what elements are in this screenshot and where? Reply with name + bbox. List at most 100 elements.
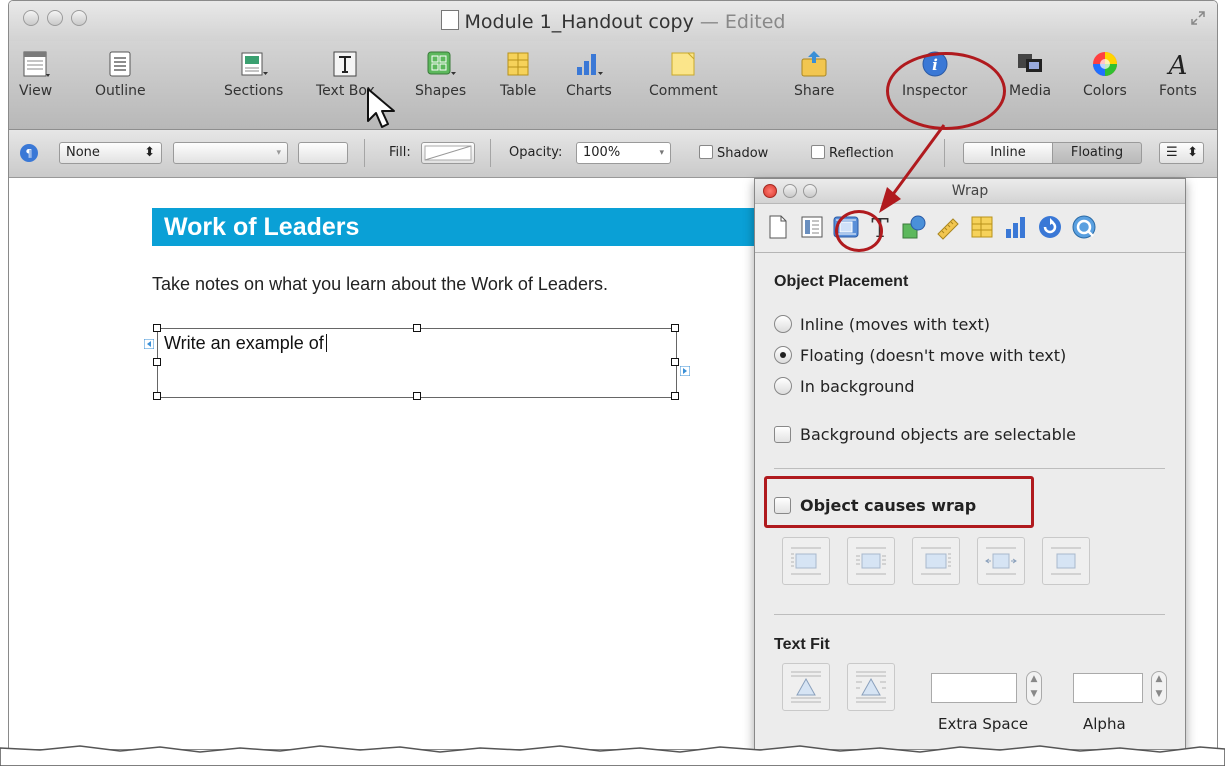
outline-button[interactable]: Outline: [95, 49, 146, 99]
divider: [774, 468, 1165, 469]
selected-text-box[interactable]: Write an example of: [144, 324, 690, 400]
alpha-stepper[interactable]: ▲ ▼: [1151, 671, 1167, 705]
view-button[interactable]: View: [19, 49, 52, 99]
no-fill-swatch-icon: [424, 145, 472, 161]
document-heading: Work of Leaders: [152, 208, 772, 246]
stroke-color-well[interactable]: [298, 142, 348, 164]
fonts-button[interactable]: A Fonts: [1159, 49, 1197, 99]
inspector-tab-bar: T: [755, 204, 1185, 253]
wrap-inspector-panel: Wrap T Object Placement Inline (moves wi…: [754, 178, 1186, 749]
inline-button[interactable]: Inline: [963, 142, 1053, 164]
inspector-highlight-ellipse: [886, 52, 1006, 130]
alpha-field[interactable]: [1073, 673, 1143, 703]
document-icon: [440, 10, 459, 30]
resize-handle[interactable]: [153, 358, 161, 366]
text-box-content[interactable]: Write an example of: [164, 333, 327, 354]
quicktime-inspector-icon[interactable]: [1071, 214, 1097, 240]
wrap-largest-side-button[interactable]: [977, 537, 1025, 585]
stepper-up-icon: ▲: [1030, 674, 1038, 684]
title-bar: Module 1_Handout copy — Edited: [9, 1, 1217, 41]
in-background-radio[interactable]: In background: [774, 377, 915, 396]
resize-handle[interactable]: [671, 392, 679, 400]
comment-icon: [671, 52, 695, 76]
view-icon: [23, 51, 50, 77]
floating-radio[interactable]: Floating (doesn't move with text): [774, 346, 1066, 365]
link-in-icon[interactable]: [144, 339, 154, 349]
fill-color-well[interactable]: [421, 142, 475, 164]
charts-icon: [576, 54, 603, 75]
mouse-pointer-icon: [367, 88, 395, 128]
wrap-both-button[interactable]: [847, 537, 895, 585]
layout-inspector-icon[interactable]: [799, 214, 825, 240]
wrap-right-icon: [921, 547, 951, 575]
wrap-none-button[interactable]: [1042, 537, 1090, 585]
opacity-field[interactable]: 100% ▾: [576, 142, 671, 164]
annotation-arrow-icon: [879, 124, 946, 213]
wrap-options-popup[interactable]: ☰ ⬍: [1159, 142, 1204, 164]
paragraph-styles-icon[interactable]: ¶: [19, 143, 39, 163]
fullscreen-icon[interactable]: [1191, 11, 1205, 25]
resize-handle[interactable]: [413, 324, 421, 332]
chart-inspector-icon[interactable]: [1003, 214, 1029, 240]
link-out-icon[interactable]: [680, 366, 690, 376]
table-inspector-icon[interactable]: [969, 214, 995, 240]
minimize-panel-button[interactable]: [783, 184, 797, 198]
link-inspector-icon[interactable]: [1037, 214, 1063, 240]
chevron-down-icon: ▾: [659, 148, 664, 158]
close-panel-button[interactable]: [763, 184, 777, 198]
resize-handle[interactable]: [671, 358, 679, 366]
alpha-label: Alpha: [1083, 715, 1126, 733]
shapes-button[interactable]: Shapes: [415, 49, 466, 99]
zoom-panel-button[interactable]: [803, 184, 817, 198]
separator: [490, 139, 491, 167]
table-icon: [507, 52, 529, 76]
divider: [774, 614, 1165, 615]
wrap-largest-side-icon: [985, 547, 1017, 575]
extra-space-stepper[interactable]: ▲ ▼: [1026, 671, 1042, 705]
text-fit-around-icon: [856, 671, 886, 703]
stepper-down-icon: ▼: [1030, 689, 1038, 699]
media-button[interactable]: Media: [1009, 49, 1051, 99]
text-box-icon: [333, 51, 357, 77]
table-button[interactable]: Table: [500, 49, 536, 99]
sections-button[interactable]: Sections: [224, 49, 283, 99]
resize-handle[interactable]: [671, 324, 679, 332]
text-cursor: [325, 334, 327, 352]
stepper-down-icon: ▼: [1155, 689, 1163, 699]
share-button[interactable]: Share: [794, 49, 834, 99]
resize-handle[interactable]: [153, 392, 161, 400]
text-fit-tight-button[interactable]: [782, 663, 830, 711]
inline-radio[interactable]: Inline (moves with text): [774, 315, 990, 334]
wrap-left-icon: [791, 547, 821, 575]
text-fit-tight-icon: [791, 671, 821, 703]
object-placement-heading: Object Placement: [774, 273, 909, 290]
wrap-left-button[interactable]: [782, 537, 830, 585]
format-bar: ¶ None ⬍ ▾ Fill: Opacity: 100% ▾ Shadow Re…: [9, 130, 1217, 178]
line-style-select[interactable]: ▾: [173, 142, 288, 164]
comment-button[interactable]: Comment: [649, 49, 718, 99]
chevron-down-icon: ▾: [276, 148, 281, 158]
floating-button[interactable]: Floating: [1052, 142, 1142, 164]
text-fit-around-button[interactable]: [847, 663, 895, 711]
colors-button[interactable]: Colors: [1083, 49, 1127, 99]
charts-button[interactable]: Charts: [566, 49, 612, 99]
select-arrows-icon: ⬍: [144, 145, 155, 160]
background-selectable-checkbox[interactable]: Background objects are selectable: [774, 425, 1076, 444]
select-arrows-icon: ⬍: [1187, 145, 1198, 160]
share-icon: [801, 51, 827, 77]
main-toolbar: View Outline Sections Text Box Shapes Ta…: [9, 41, 1217, 130]
extra-space-field[interactable]: [931, 673, 1017, 703]
colors-icon: [1092, 52, 1117, 76]
pages-window: Module 1_Handout copy — Edited View Outl…: [8, 0, 1218, 750]
paragraph-style-select[interactable]: None ⬍: [59, 142, 162, 164]
fill-label: Fill:: [389, 145, 411, 160]
wrap-right-button[interactable]: [912, 537, 960, 585]
opacity-label: Opacity:: [509, 145, 563, 160]
resize-handle[interactable]: [153, 324, 161, 332]
document-inspector-icon[interactable]: [765, 214, 791, 240]
wrap-none-icon: [1051, 547, 1081, 575]
outline-icon: [109, 51, 131, 77]
shadow-checkbox[interactable]: Shadow: [699, 145, 768, 161]
resize-handle[interactable]: [413, 392, 421, 400]
wrap-icon: ☰: [1166, 145, 1178, 160]
